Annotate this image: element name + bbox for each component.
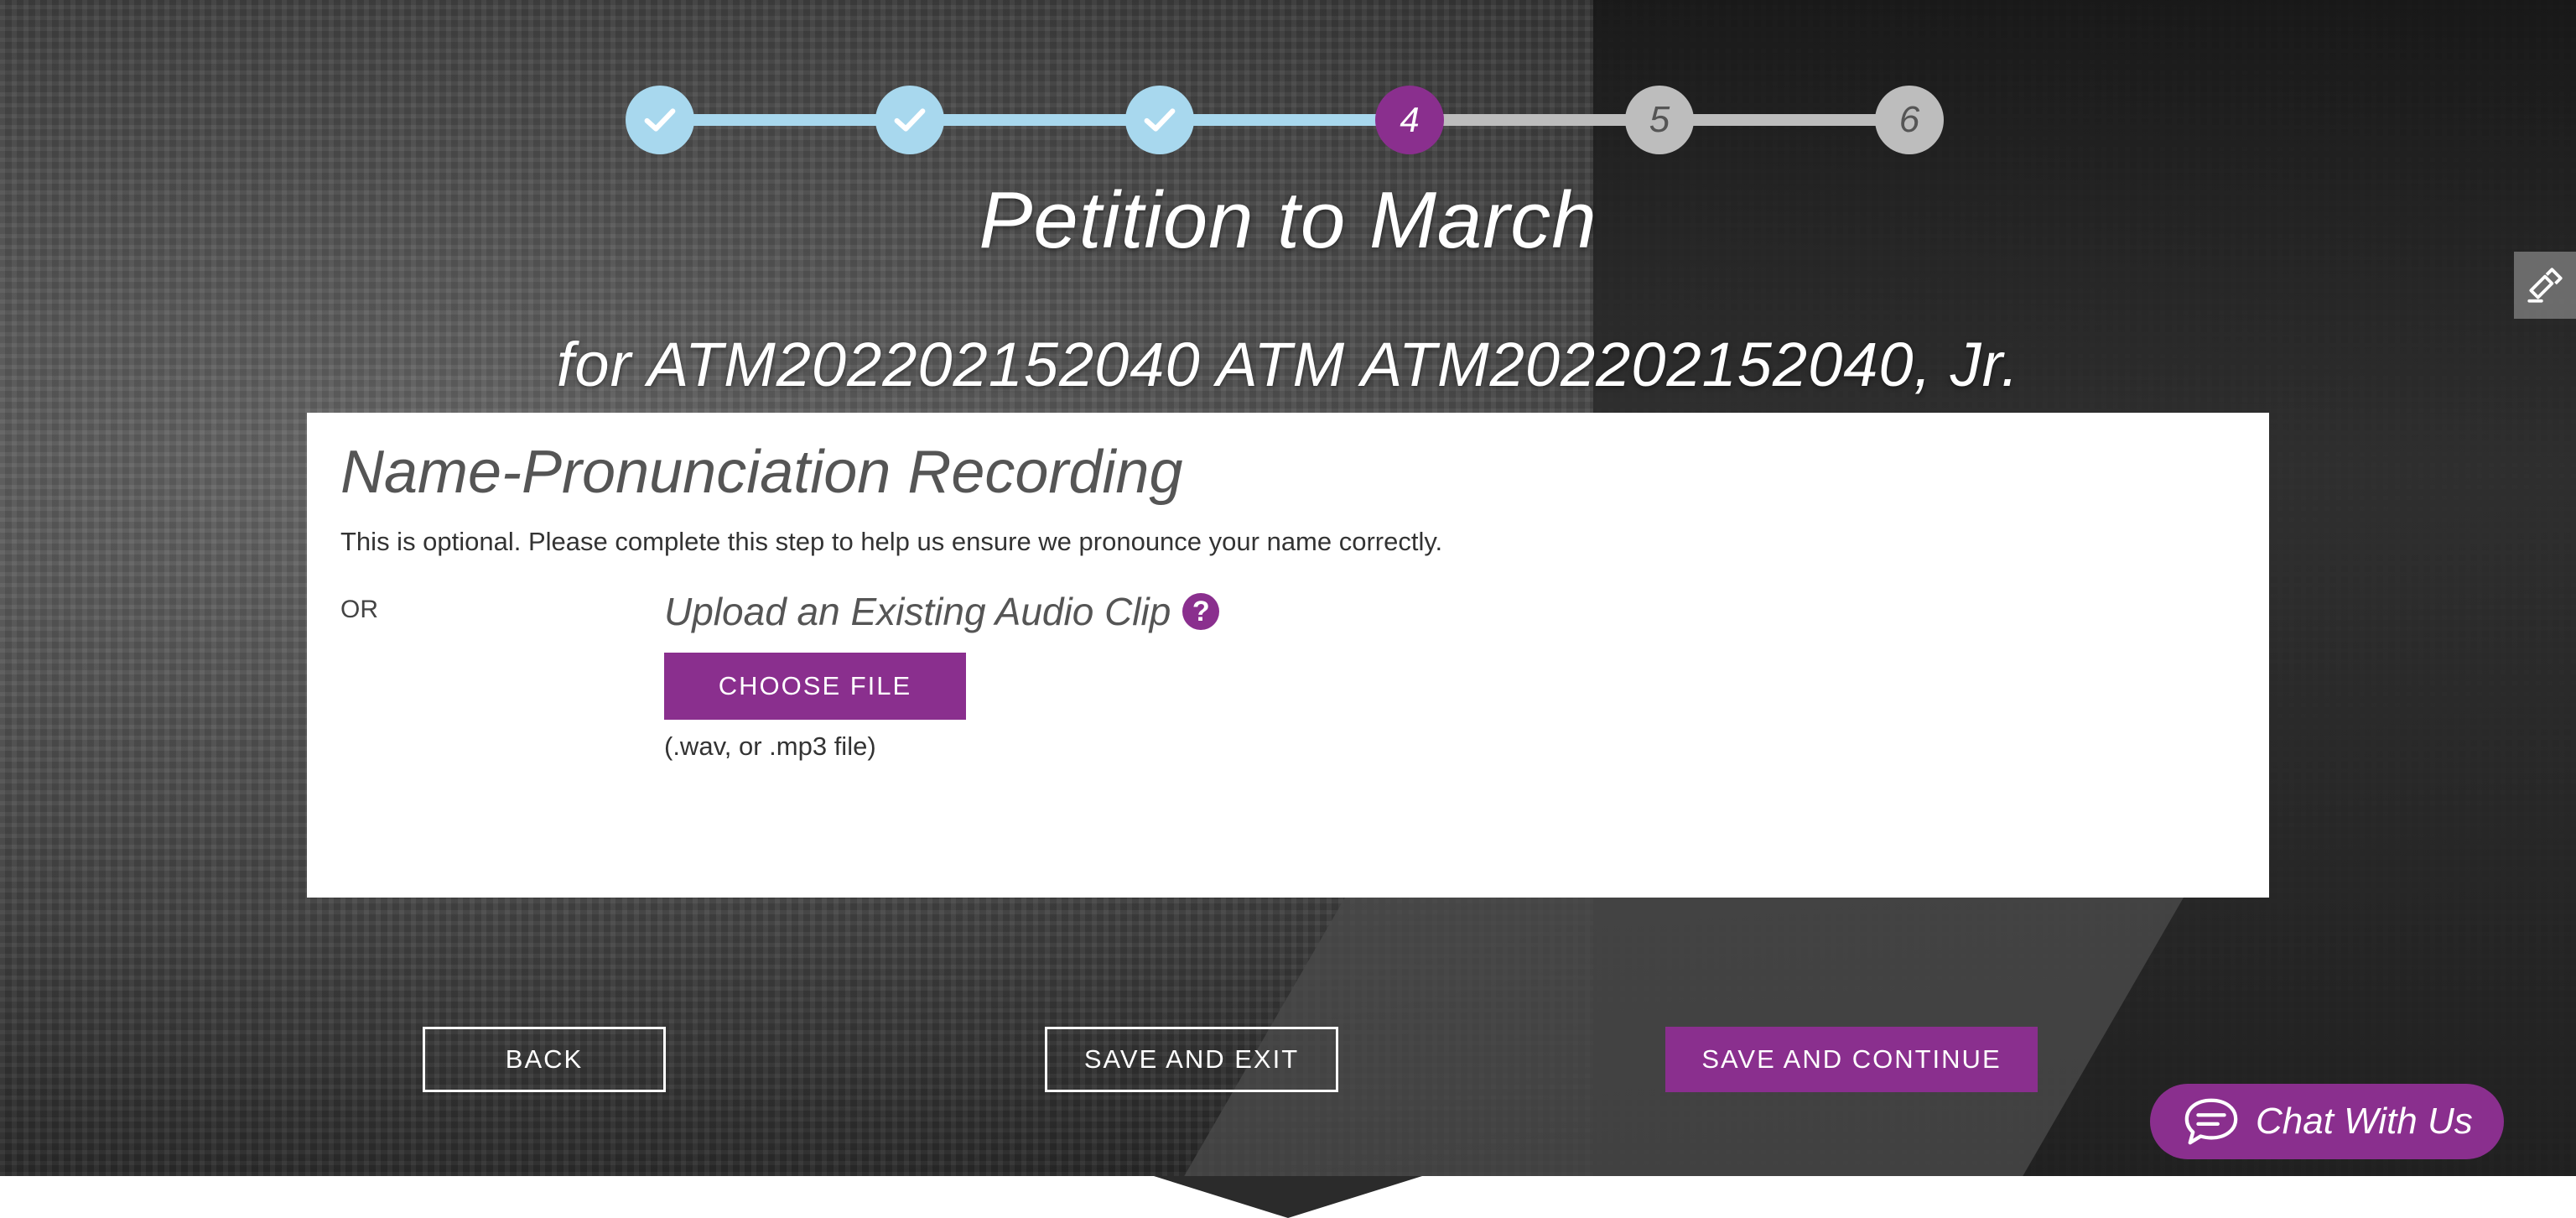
step-2 [875,86,944,154]
progress-stepper: 4 5 6 [0,0,2576,154]
or-label: OR [340,596,378,623]
check-icon [894,108,926,132]
footer-notch [1154,1176,1422,1218]
page-title: Petition to March [979,175,1597,265]
choose-file-button[interactable]: CHOOSE FILE [664,653,966,720]
feedback-icon [2527,268,2563,303]
save-and-continue-button[interactable]: SAVE AND CONTINUE [1665,1027,2038,1092]
chat-bubble-icon [2184,1098,2238,1145]
step-number: 5 [1649,99,1670,140]
step-4: 4 [1375,86,1444,154]
step-1 [626,86,694,154]
back-button[interactable]: BACK [423,1027,666,1092]
card-intro-text: This is optional. Please complete this s… [340,527,1443,556]
question-icon[interactable]: ? [1182,593,1220,630]
file-type-hint: (.wav, or .mp3 file) [664,731,876,761]
chat-with-us-button[interactable]: Chat With Us [2150,1084,2504,1159]
step-number: 4 [1400,100,1420,139]
save-and-exit-button[interactable]: SAVE AND EXIT [1045,1027,1338,1092]
check-icon [644,108,676,132]
side-feedback-tab[interactable] [2514,252,2576,319]
step-5: 5 [1625,86,1694,154]
upload-section-title: Upload an Existing Audio Clip ? [664,589,1220,634]
chat-label: Chat With Us [2256,1101,2473,1142]
page-subtitle: for ATM202202152040 ATM ATM202202152040,… [556,330,2020,399]
upload-title-text: Upload an Existing Audio Clip [664,590,1171,633]
card-heading: Name-Pronunciation Recording [340,439,1183,506]
step-number: 6 [1898,99,1920,140]
step-3 [1125,86,1194,154]
check-icon [1144,108,1176,132]
recording-card: Name-Pronunciation Recording This is opt… [307,413,2269,898]
step-6: 6 [1875,86,1944,154]
